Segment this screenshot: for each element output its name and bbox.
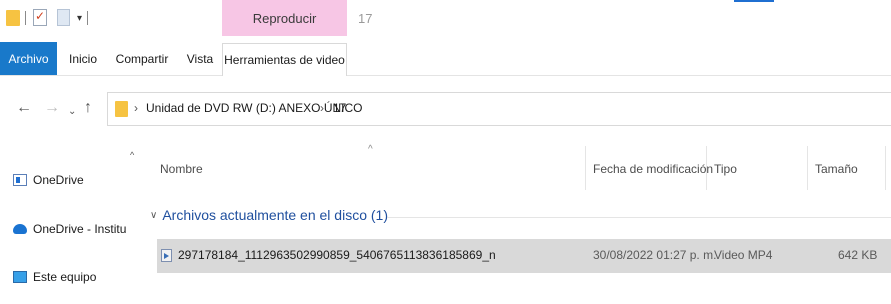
- tab-inicio[interactable]: Inicio: [62, 42, 104, 75]
- nav-item-this-pc[interactable]: Este equipo: [13, 267, 96, 287]
- video-file-icon: [161, 249, 172, 262]
- file-type: Video MP4: [714, 248, 773, 262]
- tab-archivo[interactable]: Archivo: [0, 42, 57, 75]
- scroll-up-arrow-icon[interactable]: ^: [130, 150, 134, 160]
- column-header-type[interactable]: Tipo: [714, 162, 737, 176]
- recent-locations-chevron-icon[interactable]: ⌄: [68, 104, 76, 120]
- file-size: 642 KB: [838, 248, 878, 262]
- file-list: ^ Nombre Fecha de modificación Tipo Tama…: [140, 140, 891, 304]
- group-header-label: Archivos actualmente en el disco (1): [162, 207, 388, 223]
- toolbar-divider: [87, 11, 88, 25]
- new-folder-icon[interactable]: [57, 9, 70, 26]
- title-bar: ▾ Reproducir 17: [0, 0, 891, 42]
- onedrive-business-icon: [13, 224, 27, 234]
- group-header[interactable]: ∨ Archivos actualmente en el disco (1): [150, 207, 388, 223]
- sort-ascending-icon: ^: [368, 144, 373, 155]
- onedrive-icon: [13, 174, 27, 186]
- nav-item-label: OneDrive - Institu: [33, 222, 127, 236]
- address-bar[interactable]: › Unidad de DVD RW (D:) ANEXO ÚNICO › 17: [107, 92, 891, 126]
- tab-herramientas-de-video[interactable]: Herramientas de video: [222, 43, 347, 76]
- column-header-date[interactable]: Fecha de modificación: [593, 162, 713, 176]
- contextual-tab-group-label: Reproducir: [222, 0, 347, 36]
- column-header-name[interactable]: Nombre: [160, 162, 203, 176]
- breadcrumb-chevron-icon[interactable]: ›: [320, 101, 324, 115]
- breadcrumb-folder[interactable]: 17: [333, 101, 346, 115]
- file-name: 297178184_1112963502990859_5406765113836…: [178, 248, 496, 262]
- toolbar-divider: [25, 11, 26, 25]
- navigation-pane: ^ OneDrive OneDrive - Institu Este equip…: [0, 140, 140, 304]
- navigation-row: ← → ⌄ ↑ › Unidad de DVD RW (D:) ANEXO ÚN…: [0, 88, 891, 130]
- column-divider[interactable]: [585, 146, 586, 190]
- file-date: 30/08/2022 01:27 p. m.: [593, 248, 717, 262]
- nav-item-label: OneDrive: [33, 173, 84, 187]
- breadcrumb-chevron-icon[interactable]: ›: [134, 101, 138, 115]
- tab-vista[interactable]: Vista: [180, 42, 220, 75]
- folder-icon: [115, 101, 128, 117]
- nav-item-onedrive-business[interactable]: OneDrive - Institu: [13, 219, 126, 239]
- title-accent-line: [734, 0, 774, 2]
- nav-item-label: Este equipo: [33, 270, 97, 284]
- column-divider[interactable]: [807, 146, 808, 190]
- folder-icon: [6, 10, 20, 26]
- customize-quick-access-dropdown[interactable]: ▾: [77, 13, 82, 24]
- column-divider[interactable]: [885, 146, 886, 190]
- breadcrumb-drive[interactable]: Unidad de DVD RW (D:) ANEXO ÚNICO: [146, 101, 363, 115]
- window-title: 17: [358, 11, 373, 26]
- properties-icon[interactable]: [33, 9, 47, 26]
- table-row[interactable]: 297178184_1112963502990859_5406765113836…: [157, 239, 891, 273]
- column-header-size[interactable]: Tamaño: [815, 162, 858, 176]
- forward-arrow-icon[interactable]: →: [44, 100, 60, 116]
- column-divider[interactable]: [706, 146, 707, 190]
- group-divider: [387, 217, 891, 218]
- ribbon-tab-bar: Archivo Inicio Compartir Vista Herramien…: [0, 42, 891, 76]
- back-arrow-icon[interactable]: ←: [16, 100, 32, 116]
- collapse-chevron-icon[interactable]: ∨: [150, 210, 157, 221]
- up-arrow-icon[interactable]: ↑: [84, 100, 92, 116]
- tab-compartir[interactable]: Compartir: [111, 42, 173, 75]
- nav-item-onedrive[interactable]: OneDrive: [13, 170, 84, 190]
- this-pc-icon: [13, 271, 27, 283]
